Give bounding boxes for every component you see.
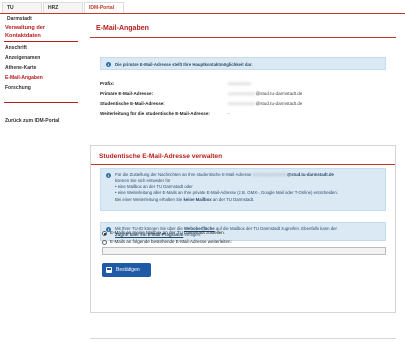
student-email-hidden: xxxxxxxxxxxx <box>228 101 256 106</box>
primary-info-box: i Die primäre E-Mail-Adresse stellt Ihre… <box>100 57 386 70</box>
radio-mailbox[interactable] <box>102 231 107 236</box>
panel-divider <box>91 164 395 165</box>
primary-info-text: Die primäre E-Mail-Adresse stellt Ihre H… <box>115 61 253 67</box>
bottom-divider <box>90 338 396 339</box>
primary-email-value: xxxxxxxxxxxx@stud.tu-darmstadt.de <box>228 91 302 97</box>
confirm-button[interactable]: Bestätigen <box>102 263 151 277</box>
confirm-button-label: Bestätigen <box>116 267 140 273</box>
page-title: E-Mail-Angaben <box>96 25 149 32</box>
delivery-domain: @stud.tu-darmstadt.de <box>286 172 334 177</box>
forwarding-value: - <box>228 111 230 116</box>
title-divider <box>90 37 396 38</box>
sidebar-divider <box>4 102 78 103</box>
sidebar-divider <box>4 41 78 42</box>
sidebar-item-email-angaben[interactable]: E-Mail-Angaben <box>5 75 43 82</box>
tab-hrz[interactable]: HRZ <box>43 2 83 13</box>
save-icon <box>106 267 112 273</box>
tab-idm-portal[interactable]: IDM-Portal <box>84 2 124 13</box>
forwarding-label: Weiterleitung für die studentische E-Mai… <box>100 111 210 116</box>
hidden-address: xxxxxxxxxxxxxxxx <box>252 172 287 177</box>
radio-forward-label: E-Mails an folgende bestehende E-Mail-Ad… <box>110 239 232 244</box>
tab-tu-darmstadt[interactable]: TU Darmstadt <box>2 2 42 22</box>
prefix-value: xxxxxxxxxx <box>228 81 251 86</box>
forward-address-input[interactable] <box>102 247 386 255</box>
panel-title: Studentische E-Mail-Adresse verwalten <box>99 153 223 160</box>
student-email-label: Studentische E-Mail-Adresse: <box>100 101 165 106</box>
sidebar-title: Verwaltung der Kontaktdaten <box>5 25 46 39</box>
primary-email-hidden: xxxxxxxxxxxx <box>228 91 256 96</box>
sidebar-item-anschrift[interactable]: Anschrift <box>5 45 27 52</box>
sidebar: Verwaltung der Kontaktdaten Anschrift An… <box>0 14 82 342</box>
sidebar-item-athene-karte[interactable]: Athene-Karte <box>5 65 36 72</box>
prefix-label: Präfix: <box>100 81 115 86</box>
radio-mailbox-label: E-Mails an meine Mailbox an der TU Darms… <box>110 230 225 235</box>
sidebar-item-forschung[interactable]: Forschung <box>5 85 31 92</box>
student-email-domain: @stud.tu-darmstadt.de <box>255 101 303 106</box>
delivery-info-line3: Bei einer Weiterleitung erhalten Sie kei… <box>115 197 255 202</box>
primary-email-domain: @stud.tu-darmstadt.de <box>255 91 303 96</box>
sidebar-item-anzeigenamen[interactable]: Anzeigenamen <box>5 55 40 62</box>
radio-forward[interactable] <box>102 240 107 245</box>
info-icon: i <box>106 173 111 178</box>
primary-email-label: Primäre E-Mail-Adresse: <box>100 91 154 96</box>
delivery-info-box: i Für die Zustellung der Nachrichten an … <box>100 168 386 211</box>
sidebar-back-link[interactable]: Zurück zum IDM-Portal <box>5 118 59 125</box>
info-icon: i <box>106 62 111 67</box>
student-email-value: xxxxxxxxxxxx@stud.tu-darmstadt.de <box>228 101 302 107</box>
delivery-info-bullet2: • eine Weiterleitung aller E-Mails an Ih… <box>115 190 338 195</box>
top-tab-bar: TU Darmstadt HRZ IDM-Portal <box>0 0 405 22</box>
